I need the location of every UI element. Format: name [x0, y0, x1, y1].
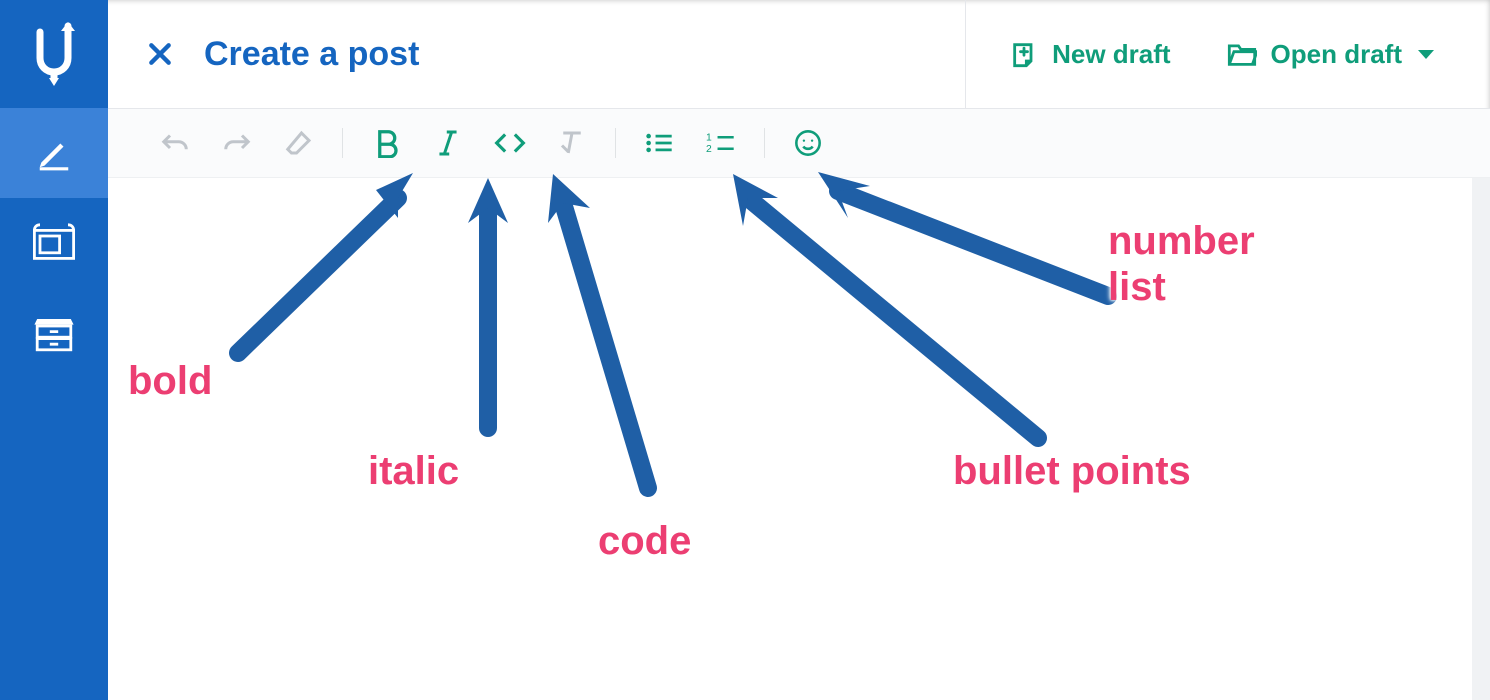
- redo-button[interactable]: [206, 119, 268, 167]
- main: Create a post New draft Open draft: [108, 0, 1490, 700]
- italic-button[interactable]: [417, 119, 479, 167]
- remove-format-icon: [558, 128, 586, 158]
- close-button[interactable]: [144, 38, 176, 70]
- sidebar-item-compose[interactable]: [0, 108, 108, 198]
- annotation-label-code: code: [598, 518, 691, 564]
- note-plus-icon: [1010, 40, 1038, 68]
- close-icon: [147, 41, 173, 67]
- toolbar-separator: [342, 128, 343, 158]
- toolbar-separator: [615, 128, 616, 158]
- svg-text:2: 2: [706, 144, 712, 155]
- bold-button[interactable]: [355, 119, 417, 167]
- blueprint-icon: [33, 223, 75, 263]
- annotation-label-bullets: bullet points: [953, 448, 1191, 494]
- code-icon: [493, 130, 527, 156]
- folder-open-icon: [1227, 41, 1257, 67]
- sidebar-item-templates[interactable]: [0, 198, 108, 288]
- italic-icon: [437, 128, 459, 158]
- bold-icon: [373, 128, 399, 158]
- annotation-arrow-bullets: [688, 168, 1068, 473]
- logo-icon: [27, 22, 81, 86]
- open-draft-button[interactable]: Open draft: [1227, 39, 1434, 70]
- toolbar: 1 2: [108, 109, 1490, 178]
- header: Create a post New draft Open draft: [108, 0, 1490, 109]
- sidebar-item-archive[interactable]: [0, 288, 108, 378]
- editor-canvas[interactable]: bold italic code bullet points number li…: [108, 178, 1490, 700]
- svg-text:1: 1: [706, 133, 712, 144]
- annotation-arrow-bold: [208, 168, 448, 393]
- bullet-list-icon: [644, 130, 674, 156]
- open-draft-label: Open draft: [1271, 39, 1402, 70]
- clear-format-button[interactable]: [268, 119, 330, 167]
- emoji-button[interactable]: [777, 119, 839, 167]
- page-title: Create a post: [204, 35, 419, 74]
- eraser-icon: [284, 128, 314, 158]
- scrollbar-gutter[interactable]: [1472, 178, 1490, 700]
- number-list-icon: 1 2: [706, 130, 736, 156]
- redo-icon: [222, 130, 252, 156]
- new-draft-button[interactable]: New draft: [1010, 39, 1170, 70]
- emoji-icon: [794, 129, 822, 157]
- remove-format-button[interactable]: [541, 119, 603, 167]
- drawers-icon: [33, 313, 75, 353]
- new-draft-label: New draft: [1052, 39, 1170, 70]
- chevron-down-icon: [1418, 50, 1434, 59]
- annotation-label-bold: bold: [128, 358, 212, 404]
- code-button[interactable]: [479, 119, 541, 167]
- annotation-label-numbers: number list: [1108, 218, 1255, 310]
- annotation-arrow-italic: [438, 168, 558, 453]
- annotation-label-italic: italic: [368, 448, 459, 494]
- app-logo[interactable]: [0, 0, 108, 108]
- bullet-list-button[interactable]: [628, 119, 690, 167]
- sidebar: [0, 0, 108, 700]
- toolbar-separator: [764, 128, 765, 158]
- number-list-button[interactable]: 1 2: [690, 119, 752, 167]
- undo-icon: [160, 130, 190, 156]
- undo-button[interactable]: [144, 119, 206, 167]
- pencil-icon: [35, 134, 73, 172]
- annotation-arrow-code: [508, 168, 708, 513]
- annotation-arrow-numbers: [778, 166, 1138, 341]
